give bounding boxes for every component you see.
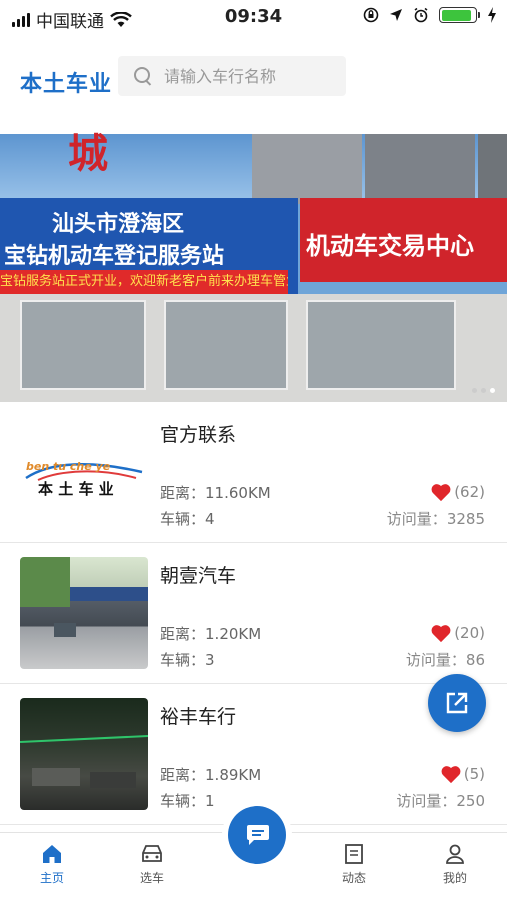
dealer-visits: 访问量：86 xyxy=(406,649,485,670)
banner-sign-line2: 宝钻机动车登记服务站 xyxy=(4,244,225,269)
distance-label: 距离： xyxy=(160,484,206,502)
dealer-photo xyxy=(20,698,148,810)
status-right xyxy=(363,7,497,23)
visits-label: 访问量： xyxy=(386,510,447,528)
dealer-likes[interactable]: (62) xyxy=(430,482,485,502)
dealer-distance: 距离：1.89KM xyxy=(160,764,261,785)
dealer-item[interactable]: ben tu che ye 本 土 车 业 官方联系 距离：11.60KM 车辆… xyxy=(0,402,507,543)
dealer-likes[interactable]: (5) xyxy=(440,764,485,784)
banner-strip: 宝钻服务站正式开业，欢迎新老客户前来办理车管业务 xyxy=(0,270,288,294)
dealer-name: 官方联系 xyxy=(160,424,237,446)
share-button[interactable] xyxy=(428,674,486,732)
banner-red-sign-text: 机动车交易中心 xyxy=(306,232,474,260)
dealer-item[interactable]: 朝壹汽车 距离：1.20KM 车辆：3 (20) 访问量：86 xyxy=(0,543,507,684)
dealer-distance: 距离：1.20KM xyxy=(160,623,261,644)
orientation-lock-icon xyxy=(363,7,379,23)
dealer-distance: 距离：11.60KM xyxy=(160,482,271,503)
dealer-visits: 访问量：3285 xyxy=(387,508,485,529)
user-icon xyxy=(446,844,464,864)
distance-value: 1.89KM xyxy=(205,766,262,784)
vehicles-value: 4 xyxy=(205,510,215,528)
message-center-button[interactable] xyxy=(228,806,286,864)
distance-label: 距离： xyxy=(160,625,206,643)
top-bar: 本土车业 xyxy=(0,48,507,104)
dealer-likes[interactable]: (20) xyxy=(430,623,485,643)
search-icon xyxy=(134,67,152,85)
visits-value: 86 xyxy=(465,651,485,669)
dealer-vehicles: 车辆：1 xyxy=(160,790,215,811)
home-icon xyxy=(43,845,61,863)
dealer-visits: 访问量：250 xyxy=(396,790,485,811)
heart-icon[interactable] xyxy=(430,623,452,643)
tab-select-car[interactable]: 选车 xyxy=(112,843,192,886)
tab-news[interactable]: 动态 xyxy=(314,843,394,886)
tab-news-label: 动态 xyxy=(341,871,366,885)
battery-icon xyxy=(439,7,480,23)
chat-icon xyxy=(247,825,269,845)
share-icon xyxy=(446,692,468,714)
charging-icon xyxy=(488,7,496,23)
carousel-dots xyxy=(472,388,495,393)
visits-value: 3285 xyxy=(446,510,485,528)
alarm-icon xyxy=(414,7,428,23)
banner-sign-line1: 汕头市澄海区 xyxy=(52,212,185,237)
app-logo: 本土车业 xyxy=(20,72,113,97)
vehicles-label: 车辆： xyxy=(160,510,206,528)
vehicles-value: 1 xyxy=(205,792,215,810)
banner-building xyxy=(365,134,475,204)
banner-building xyxy=(252,134,362,204)
garage-photo-icon xyxy=(20,557,148,637)
heart-icon[interactable] xyxy=(430,482,452,502)
search-box[interactable] xyxy=(118,56,346,96)
battery-level xyxy=(441,9,472,21)
dealer-logo-sub: ben tu che ye xyxy=(26,460,111,473)
tab-home-label: 主页 xyxy=(39,871,64,885)
banner-red-character: 城 xyxy=(68,131,108,177)
dealer-name: 朝壹汽车 xyxy=(160,565,237,587)
banner-window xyxy=(164,300,288,390)
banner-window xyxy=(20,300,146,390)
carousel-dot[interactable] xyxy=(472,388,477,393)
dealer-vehicles: 车辆：4 xyxy=(160,508,215,529)
distance-value: 11.60KM xyxy=(205,484,271,502)
dealer-vehicles: 车辆：3 xyxy=(160,649,215,670)
dealer-photo xyxy=(20,557,148,669)
visits-label: 访问量： xyxy=(405,651,466,669)
carousel-dot-active[interactable] xyxy=(490,388,495,393)
banner-window xyxy=(306,300,456,390)
search-input[interactable] xyxy=(162,65,336,87)
heart-icon[interactable] xyxy=(440,764,462,784)
visits-value: 250 xyxy=(456,792,485,810)
vehicles-value: 3 xyxy=(205,651,215,669)
tab-mine-label: 我的 xyxy=(442,871,467,885)
likes-count: (5) xyxy=(463,765,485,783)
car-icon xyxy=(142,845,162,862)
likes-count: (20) xyxy=(454,624,485,642)
dealer-name: 裕丰车行 xyxy=(160,706,237,728)
document-icon xyxy=(345,844,363,864)
status-bar: 中国联通 09:34 xyxy=(0,0,507,34)
distance-value: 1.20KM xyxy=(205,625,262,643)
dealer-logo-main: 本 土 车 业 xyxy=(38,480,114,498)
likes-count: (62) xyxy=(454,483,485,501)
garage-photo-icon xyxy=(20,735,148,788)
visits-label: 访问量： xyxy=(396,792,457,810)
location-icon xyxy=(390,9,402,21)
vehicles-label: 车辆： xyxy=(160,651,206,669)
banner-building xyxy=(478,134,507,204)
tab-home[interactable]: 主页 xyxy=(12,843,92,886)
tab-select-car-label: 选车 xyxy=(139,871,164,885)
tab-mine[interactable]: 我的 xyxy=(415,843,495,886)
carousel-dot[interactable] xyxy=(481,388,486,393)
vehicles-label: 车辆： xyxy=(160,792,206,810)
distance-label: 距离： xyxy=(160,766,206,784)
